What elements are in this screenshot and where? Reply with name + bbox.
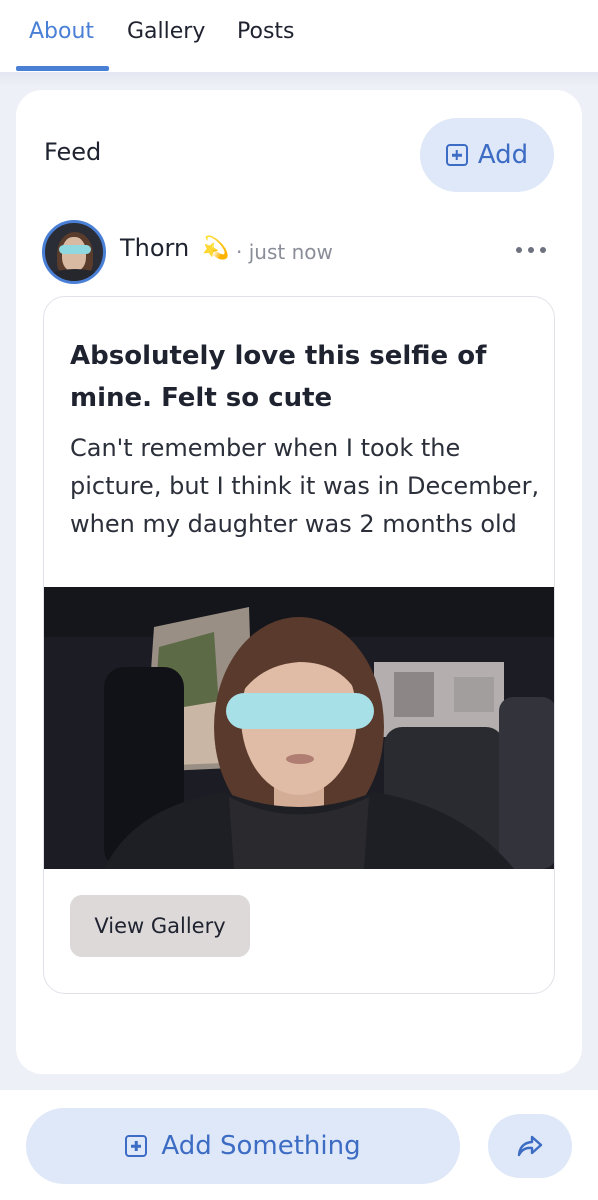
add-button-label: Add [477,140,529,170]
post-card: Absolutely love this selfie of mine. Fel… [43,296,555,994]
bottom-action-bar: Add Something [0,1090,598,1200]
plus-square-icon [445,144,468,166]
post-photo[interactable] [44,587,554,869]
active-tab-indicator [16,66,109,71]
avatar-redaction-bar [59,245,91,254]
post-title: Absolutely love this selfie of mine. Fel… [70,341,487,413]
add-something-label: Add Something [161,1131,361,1161]
tab-posts[interactable]: Posts [237,14,295,50]
share-arrow-icon [517,1135,543,1157]
more-horizontal-icon[interactable] [516,240,546,260]
share-button[interactable] [488,1114,572,1178]
add-button[interactable]: Add [420,118,554,192]
dizzy-star-icon: 💫 [202,236,230,261]
tab-about[interactable]: About [29,14,94,50]
post-timestamp: · just now [236,240,333,264]
divider [0,72,598,86]
avatar-face [62,237,86,271]
post-body: Can't remember when I took the picture, … [70,434,540,538]
selfie-image [44,587,554,869]
feed-card: Feed Add Thorn 💫 · just now Absolutely l… [16,90,582,1074]
view-gallery-button[interactable]: View Gallery [70,895,250,957]
avatar-shoulders [47,269,103,281]
plus-square-icon [125,1135,148,1157]
tab-bar: About Gallery Posts [0,0,598,74]
tab-gallery[interactable]: Gallery [127,14,205,50]
feed-title: Feed [44,138,102,166]
post-author[interactable]: Thorn [120,234,189,262]
add-something-button[interactable]: Add Something [26,1108,460,1184]
avatar[interactable] [42,220,106,284]
